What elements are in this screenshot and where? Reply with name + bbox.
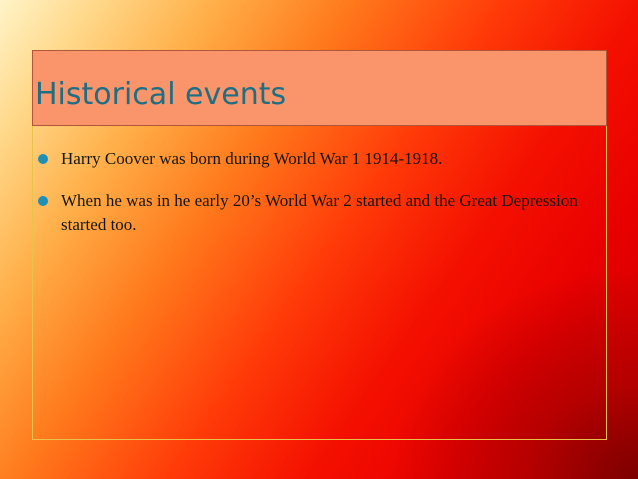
bullet-text: Harry Coover was born during World War 1… <box>61 149 443 168</box>
slide: Historical events Harry Coover was born … <box>0 0 638 479</box>
bullet-item: Harry Coover was born during World War 1… <box>37 147 597 171</box>
bullet-item: When he was in he early 20’s World War 2… <box>37 189 597 237</box>
bullet-dot-icon <box>38 154 48 164</box>
bullet-list: Harry Coover was born during World War 1… <box>37 147 597 237</box>
bullet-text: When he was in he early 20’s World War 2… <box>61 191 578 234</box>
bullet-dot-icon <box>38 196 48 206</box>
slide-title: Historical events <box>35 77 287 112</box>
